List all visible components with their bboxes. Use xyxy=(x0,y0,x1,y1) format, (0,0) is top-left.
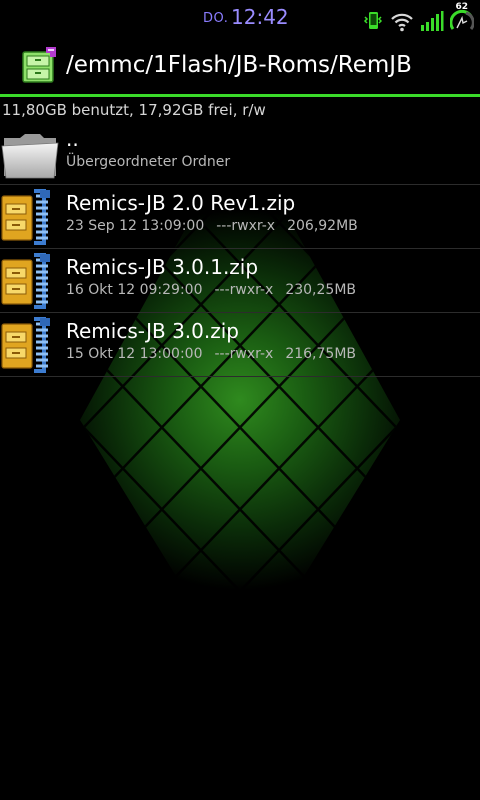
file-permissions: ---rwxr-x xyxy=(216,218,276,234)
zip-archive-icon xyxy=(1,317,50,373)
wifi-icon xyxy=(390,10,414,32)
storage-info: 11,80GB benutzt, 17,92GB frei, r/w xyxy=(2,101,266,119)
screen: DO. 12:42 62 /emmc/1Flash/JB-Roms/RemJB … xyxy=(0,0,480,800)
phone-vibrate-icon xyxy=(362,10,384,32)
file-details: 16 Okt 12 09:29:00 ---rwxr-x 230,25MB xyxy=(66,282,356,298)
list-item-file[interactable]: Remics-JB 3.0.1.zip 16 Okt 12 09:29:00 --… xyxy=(0,249,480,313)
wallpaper-diamond-pattern xyxy=(80,130,400,680)
list-item-file[interactable]: Remics-JB 2.0 Rev1.zip 23 Sep 12 13:09:0… xyxy=(0,185,480,249)
status-day: DO. xyxy=(203,11,229,26)
status-bar: DO. 12:42 62 xyxy=(0,0,480,36)
file-permissions: ---rwxr-x xyxy=(214,346,274,362)
file-name: Remics-JB 3.0.zip xyxy=(66,319,239,343)
file-date: 15 Okt 12 13:00:00 xyxy=(66,346,203,362)
list-item-parent-folder[interactable]: .. Übergeordneter Ordner xyxy=(0,121,480,185)
file-subtitle: Übergeordneter Ordner xyxy=(66,154,231,170)
title-bar: /emmc/1Flash/JB-Roms/RemJB xyxy=(0,36,480,97)
battery-level: 62 xyxy=(455,2,468,12)
file-list: .. Übergeordneter Ordner Remics-JB 2.0 R… xyxy=(0,121,480,377)
file-details: 15 Okt 12 13:00:00 ---rwxr-x 216,75MB xyxy=(66,346,356,362)
file-name: .. xyxy=(66,127,79,151)
signal-icon xyxy=(420,10,444,32)
file-permissions: ---rwxr-x xyxy=(214,282,274,298)
zip-archive-icon xyxy=(1,253,50,309)
folder-icon xyxy=(1,134,59,179)
file-cabinet-icon[interactable] xyxy=(20,45,60,85)
file-date: 23 Sep 12 13:09:00 xyxy=(66,218,205,234)
file-name: Remics-JB 2.0 Rev1.zip xyxy=(66,191,296,215)
file-details: 23 Sep 12 13:09:00 ---rwxr-x 206,92MB xyxy=(66,218,358,234)
file-size: 206,92MB xyxy=(287,218,358,234)
zip-archive-icon xyxy=(1,189,50,245)
file-size: 216,75MB xyxy=(285,346,356,362)
status-clock: 12:42 xyxy=(231,5,289,29)
file-size: 230,25MB xyxy=(285,282,356,298)
list-item-file[interactable]: Remics-JB 3.0.zip 15 Okt 12 13:00:00 ---r… xyxy=(0,313,480,377)
file-name: Remics-JB 3.0.1.zip xyxy=(66,255,259,279)
current-path: /emmc/1Flash/JB-Roms/RemJB xyxy=(66,52,412,78)
file-date: 16 Okt 12 09:29:00 xyxy=(66,282,203,298)
